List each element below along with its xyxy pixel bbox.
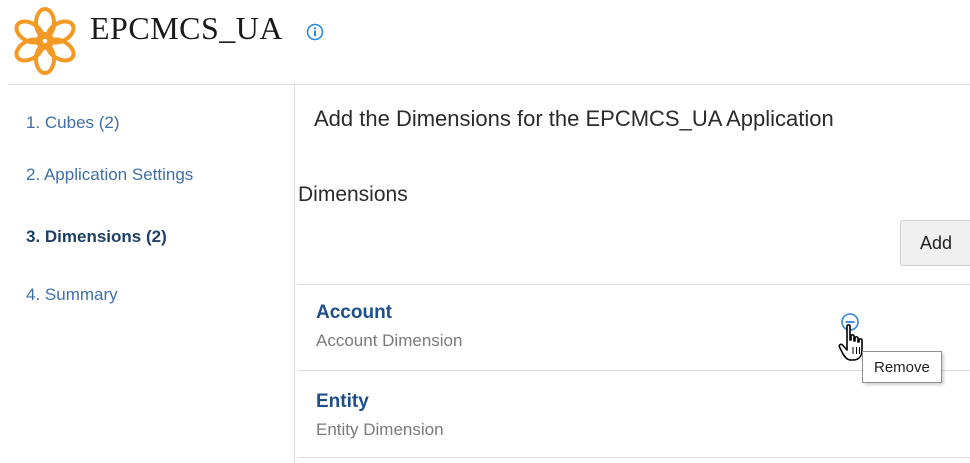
dimension-description: Account Dimension xyxy=(316,331,463,350)
info-icon[interactable] xyxy=(306,23,324,41)
vertical-divider xyxy=(294,85,295,463)
row-divider xyxy=(298,457,970,458)
flower-logo-icon xyxy=(14,7,76,75)
step-dimensions[interactable]: 3. Dimensions (2) xyxy=(26,227,167,247)
page-title: Add the Dimensions for the EPCMCS_UA App… xyxy=(314,106,834,131)
app-title: EPCMCS_UA xyxy=(90,10,283,46)
step-application-settings[interactable]: 2. Application Settings xyxy=(26,165,193,185)
add-dimension-button[interactable]: Add xyxy=(900,220,970,266)
header-divider xyxy=(8,84,970,85)
step-cubes[interactable]: 1. Cubes (2) xyxy=(26,113,120,133)
dimension-row: Entity Entity Dimension xyxy=(298,371,970,457)
section-title: Dimensions xyxy=(298,183,408,206)
dimension-description: Entity Dimension xyxy=(316,420,444,439)
remove-tooltip: Remove xyxy=(862,351,942,383)
step-summary[interactable]: 4. Summary xyxy=(26,285,118,305)
dimension-name-link[interactable]: Account xyxy=(316,302,392,324)
dimension-name-link[interactable]: Entity xyxy=(316,391,369,413)
app-header: EPCMCS_UA xyxy=(0,0,970,84)
